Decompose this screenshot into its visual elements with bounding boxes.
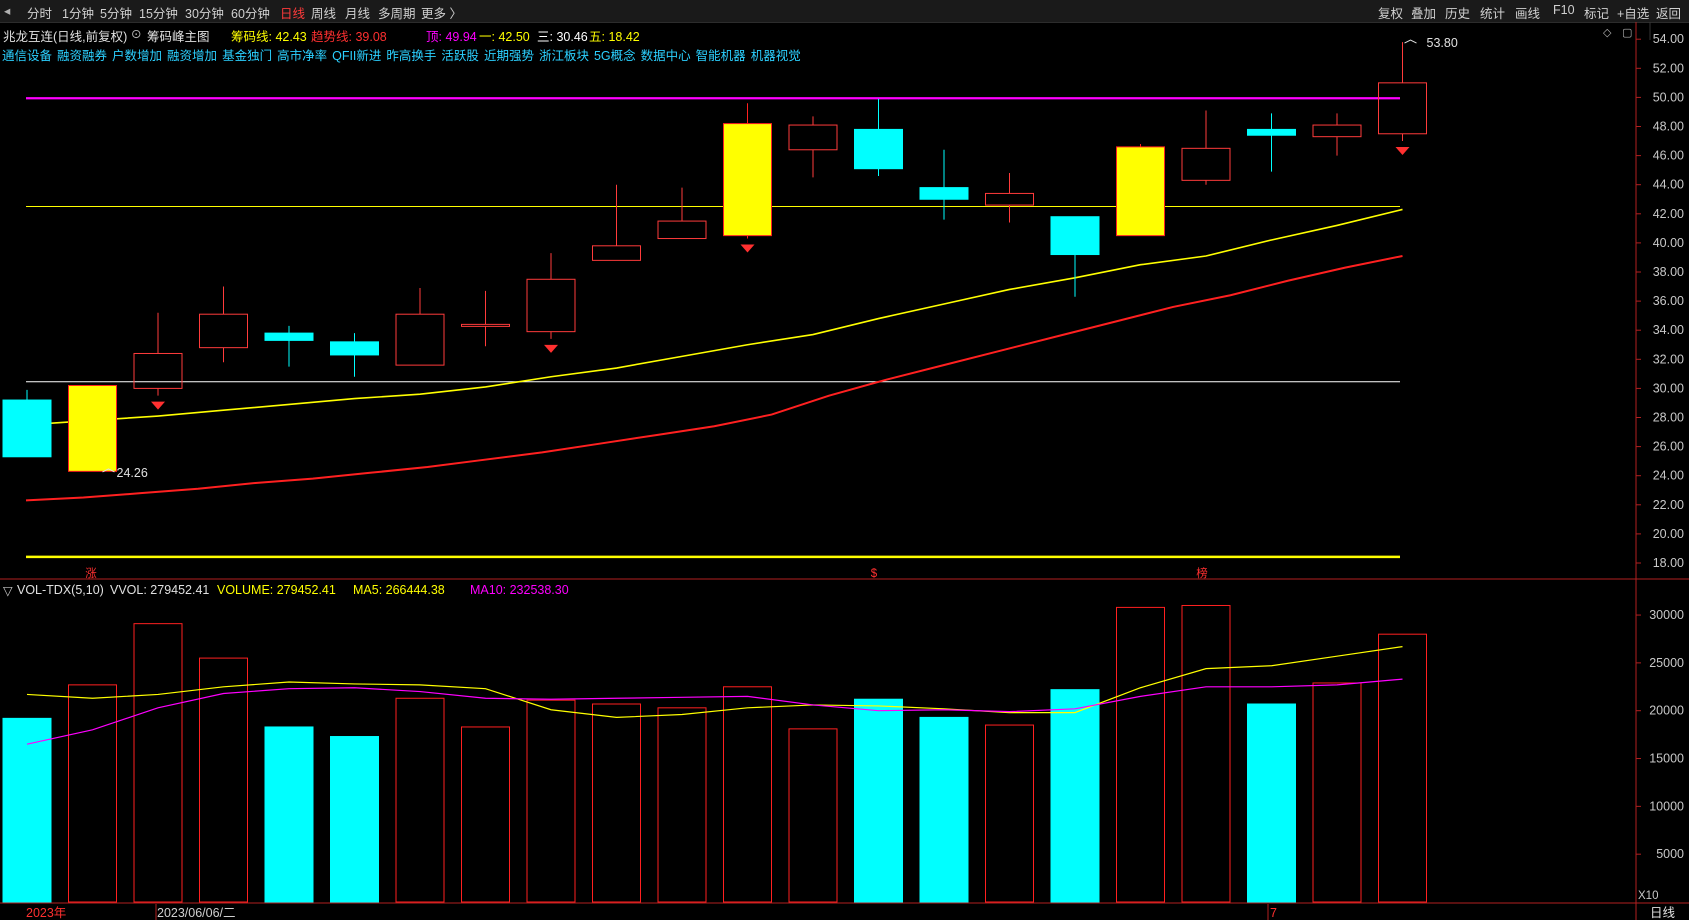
volume-tick-label-4: 25000 xyxy=(1649,656,1684,670)
signal-marker-2 xyxy=(740,244,755,253)
volume-scale-label: X10 xyxy=(1638,890,1658,902)
price-tick-label-8: 34.00 xyxy=(1653,323,1684,337)
price-tick-label-16: 50.00 xyxy=(1653,90,1684,104)
candle-body-10 xyxy=(657,220,707,240)
volume-bar-17 xyxy=(1116,606,1165,903)
volume-tick-label-3: 20000 xyxy=(1649,704,1684,718)
volume-bar-21 xyxy=(1378,633,1427,903)
candle-body-4 xyxy=(264,332,314,341)
period-label: 日线 xyxy=(1650,906,1676,920)
volume-bar-16 xyxy=(1050,689,1100,903)
high-arrow-icon xyxy=(1404,39,1417,44)
candle-body-13 xyxy=(854,128,903,170)
candle-body-19 xyxy=(1247,128,1296,136)
volume-indicator-name[interactable]: VOL-TDX(5,10) xyxy=(17,583,104,597)
candle-body-17 xyxy=(1116,146,1165,237)
event-marker-1: $ xyxy=(871,568,878,580)
volume-bar-13 xyxy=(854,698,903,903)
candle-body-8 xyxy=(526,278,576,333)
price-tick-label-9: 36.00 xyxy=(1653,294,1684,308)
candle-body-20 xyxy=(1312,124,1362,138)
candle-body-15 xyxy=(985,192,1034,206)
ma5-value: MA5: 266444.38 xyxy=(353,583,445,597)
volume-bar-2 xyxy=(133,623,183,903)
signal-marker-3 xyxy=(1395,147,1410,156)
candle-body-1 xyxy=(68,384,117,472)
candle-body-18 xyxy=(1181,147,1231,181)
price-tick-label-18: 54.00 xyxy=(1653,32,1684,46)
volume-bar-1 xyxy=(68,684,117,903)
price-tick-label-15: 48.00 xyxy=(1653,120,1684,134)
candle-body-5 xyxy=(330,341,379,356)
price-tick-label-17: 52.00 xyxy=(1653,61,1684,75)
candle-body-0 xyxy=(2,399,52,458)
price-tick-label-13: 44.00 xyxy=(1653,178,1684,192)
triangle-icon[interactable]: ▽ xyxy=(3,583,13,598)
price-tick-label-10: 38.00 xyxy=(1653,265,1684,279)
price-tick-label-6: 30.00 xyxy=(1653,381,1684,395)
volume-tick-label-1: 10000 xyxy=(1649,799,1684,813)
event-marker-0: 涨 xyxy=(85,567,97,580)
volume-bar-7 xyxy=(461,726,510,903)
candle-body-7 xyxy=(461,323,510,327)
price-tick-label-2: 22.00 xyxy=(1653,498,1684,512)
volume-bar-14 xyxy=(919,716,969,903)
event-marker-2: 榜 xyxy=(1196,566,1208,580)
candle-body-11 xyxy=(723,123,772,237)
price-tick-label-14: 46.00 xyxy=(1653,149,1684,163)
vvol-value: VVOL: 279452.41 xyxy=(110,583,210,597)
price-tick-label-5: 28.00 xyxy=(1653,411,1684,425)
price-tick-label-11: 40.00 xyxy=(1653,236,1684,250)
volume-bar-11 xyxy=(723,686,772,903)
volume-bar-4 xyxy=(264,726,314,903)
candle-body-21 xyxy=(1378,82,1427,135)
price-tick-label-3: 24.00 xyxy=(1653,469,1684,483)
low-price-label: 24.26 xyxy=(117,466,148,480)
volume-bar-15 xyxy=(985,724,1034,903)
candle-body-2 xyxy=(133,352,183,389)
date-label: 2023/06/06/二 xyxy=(157,906,236,920)
candle-body-14 xyxy=(919,187,969,200)
ma-yellow-line xyxy=(26,208,1403,426)
volume-bar-20 xyxy=(1312,682,1362,903)
candle-body-3 xyxy=(199,313,248,349)
price-tick-label-12: 42.00 xyxy=(1653,207,1684,221)
volume-bar-12 xyxy=(788,728,838,903)
high-price-label: 53.80 xyxy=(1427,36,1458,50)
ma-red-line xyxy=(25,255,1403,502)
price-tick-label-1: 20.00 xyxy=(1653,527,1684,541)
ma10-value: MA10: 232538.30 xyxy=(470,583,569,597)
candle-body-9 xyxy=(592,245,641,261)
volume-bar-5 xyxy=(330,736,379,903)
volume-ma5-line xyxy=(26,646,1403,718)
volume-bar-10 xyxy=(657,707,707,903)
kline-chart[interactable]: 18.00 20.00 22.00 24.00 26.00 28.00 30.00 32.00… xyxy=(0,0,1689,920)
volume-bar-3 xyxy=(199,657,248,903)
volume-tick-label-5: 30000 xyxy=(1649,608,1684,622)
price-tick-label-0: 18.00 xyxy=(1653,556,1684,570)
volume-bar-6 xyxy=(395,697,445,903)
signal-marker-0 xyxy=(151,401,165,410)
year-label: 2023年 xyxy=(26,906,66,920)
price-tick-label-4: 26.00 xyxy=(1653,440,1684,454)
candle-body-16 xyxy=(1050,216,1100,256)
volume-value: VOLUME: 279452.41 xyxy=(217,583,336,597)
candle-body-12 xyxy=(788,124,838,151)
volume-bar-0 xyxy=(2,717,52,903)
price-tick-label-7: 32.00 xyxy=(1653,352,1684,366)
volume-bar-18 xyxy=(1181,604,1231,903)
month-label: 7 xyxy=(1270,906,1277,920)
volume-tick-label-0: 5000 xyxy=(1656,847,1684,861)
signal-marker-1 xyxy=(544,344,558,353)
volume-tick-label-2: 15000 xyxy=(1649,752,1684,766)
volume-bar-9 xyxy=(592,703,641,903)
volume-bar-19 xyxy=(1247,703,1296,903)
volume-bar-8 xyxy=(526,699,576,903)
candle-body-6 xyxy=(395,313,445,366)
